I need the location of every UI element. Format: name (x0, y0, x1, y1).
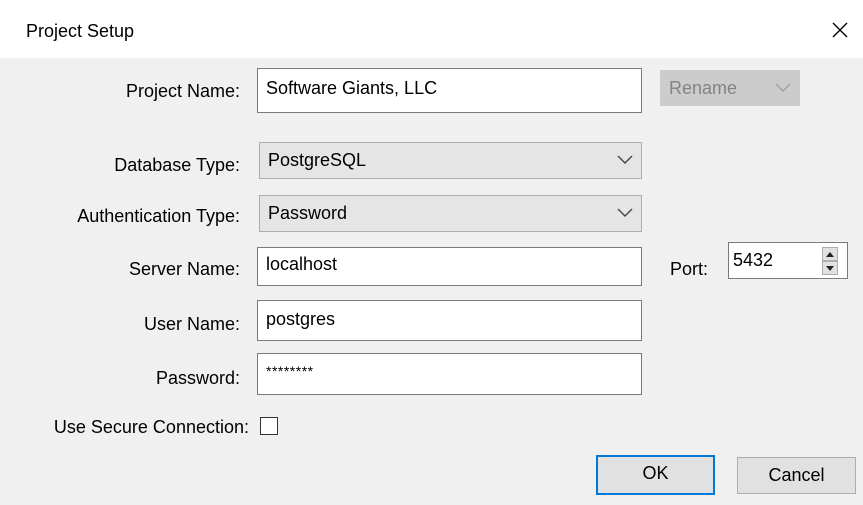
project-name-label: Project Name: (125, 81, 240, 101)
rename-label: Rename (669, 78, 738, 98)
port-increment-button[interactable] (822, 247, 838, 261)
secure-connection-label: Use Secure Connection: (53, 417, 249, 437)
close-button[interactable] (817, 10, 863, 50)
ok-button[interactable]: OK (596, 455, 715, 495)
server-name-input[interactable]: localhost (257, 247, 642, 286)
port-label: Port: (669, 259, 708, 279)
secure-connection-checkbox[interactable] (260, 417, 278, 435)
rename-dropdown[interactable]: Rename (660, 70, 800, 106)
project-name-input[interactable]: Software Giants, LLC (257, 68, 642, 113)
user-name-value: postgres (266, 309, 336, 329)
server-name-value: localhost (266, 254, 338, 274)
cancel-button[interactable]: Cancel (737, 457, 856, 494)
port-stepper[interactable]: 5432 (728, 242, 848, 279)
password-label: Password: (155, 368, 240, 388)
database-type-label: Database Type: (114, 155, 240, 175)
database-type-value: PostgreSQL (268, 150, 367, 170)
user-name-input[interactable]: postgres (257, 300, 642, 341)
port-decrement-button[interactable] (822, 261, 838, 275)
cancel-label: Cancel (768, 465, 825, 485)
ok-label: OK (642, 463, 669, 483)
title-bar: Project Setup (0, 0, 863, 58)
server-name-label: Server Name: (128, 259, 240, 279)
port-value: 5432 (733, 250, 774, 270)
arrow-up-icon (826, 251, 834, 257)
database-type-dropdown[interactable]: PostgreSQL (259, 142, 642, 179)
chevron-down-icon (617, 155, 633, 164)
arrow-down-icon (826, 265, 834, 271)
chevron-down-icon (775, 83, 791, 92)
user-name-label: User Name: (143, 314, 240, 334)
window-title: Project Setup (26, 21, 135, 41)
authentication-type-dropdown[interactable]: Password (259, 195, 642, 232)
project-name-value: Software Giants, LLC (266, 78, 438, 98)
close-icon (832, 22, 848, 38)
project-setup-dialog: Project Setup Project Name: Software Gia… (0, 0, 863, 505)
password-input[interactable]: ******** (257, 353, 642, 395)
chevron-down-icon (617, 208, 633, 217)
password-value: ******** (266, 363, 314, 379)
authentication-type-label: Authentication Type: (77, 206, 240, 226)
authentication-type-value: Password (268, 203, 348, 223)
